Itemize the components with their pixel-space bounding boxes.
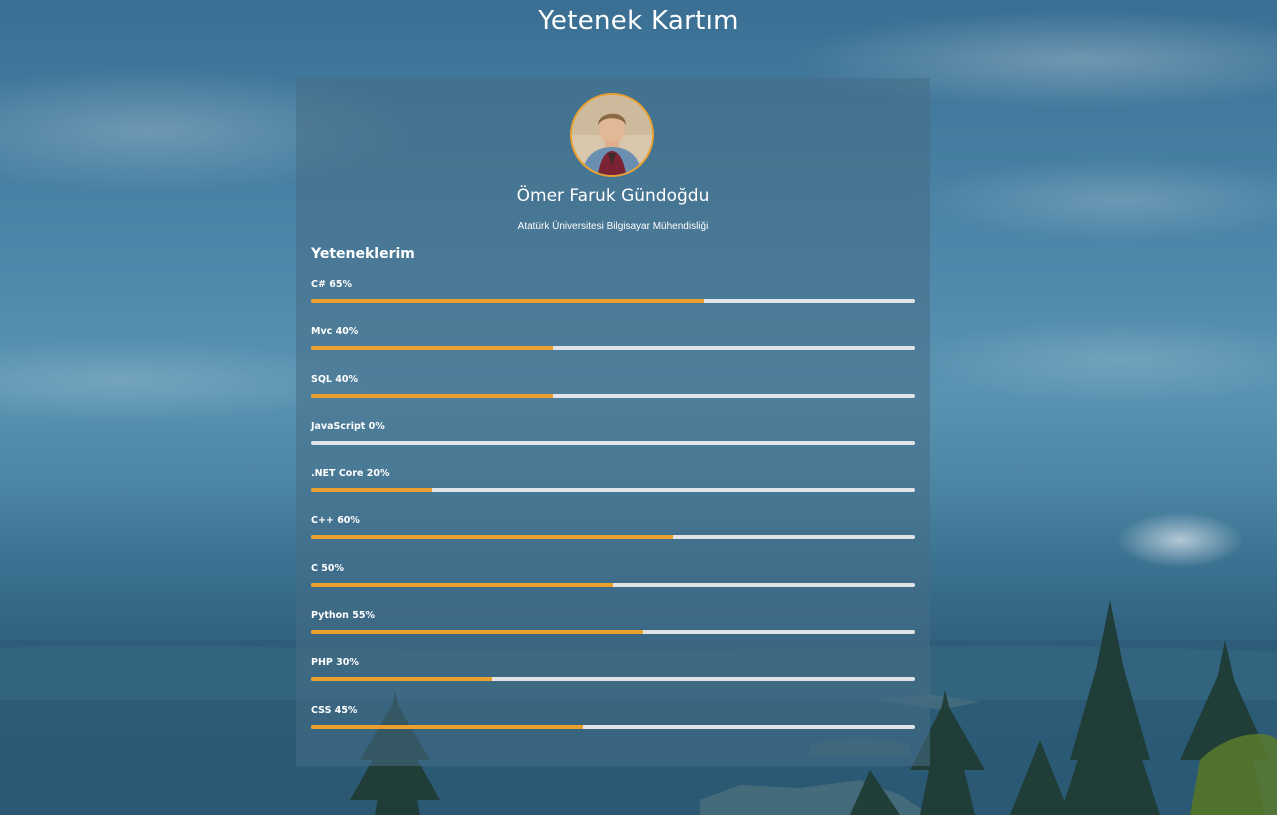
skill-progress-track xyxy=(311,440,915,445)
skill-progress-fill xyxy=(311,582,613,587)
skill-label: CSS 45% xyxy=(311,704,358,716)
skill-label: JavaScript 0% xyxy=(311,420,385,432)
skill-progress-track xyxy=(311,630,915,635)
skill-label: Mvc 40% xyxy=(311,326,359,338)
page-title: Yetenek Kartım xyxy=(538,6,739,36)
skill-item: C# 65% xyxy=(311,278,915,325)
skill-item: C++ 60% xyxy=(311,514,915,561)
skills-heading: Yeteneklerim xyxy=(311,246,415,262)
skill-label: C++ 60% xyxy=(311,515,360,527)
skill-label: SQL 40% xyxy=(311,373,359,385)
skill-item: C 50% xyxy=(311,562,915,609)
profile-school: Atatürk Üniversitesi Bilgisayar Mühendis… xyxy=(517,221,709,232)
skill-item: Python 55% xyxy=(311,609,915,656)
skill-progress-track xyxy=(311,677,915,682)
skill-item: Mvc 40% xyxy=(311,325,915,372)
skill-progress-track xyxy=(311,535,915,540)
skill-item: .NET Core 20% xyxy=(311,467,915,514)
skill-label: PHP 30% xyxy=(311,657,359,669)
skill-progress-track xyxy=(311,393,915,398)
profile-avatar xyxy=(570,93,654,177)
skill-progress-track xyxy=(311,488,915,493)
skill-progress-fill xyxy=(311,535,674,540)
skill-item: SQL 40% xyxy=(311,373,915,420)
skill-card: Ömer Faruk Gündoğdu Atatürk Üniversitesi… xyxy=(296,78,930,766)
skill-label: C# 65% xyxy=(311,279,352,290)
skill-progress-fill xyxy=(311,630,644,635)
skill-progress-track xyxy=(311,346,915,351)
skill-progress-fill xyxy=(311,724,583,729)
skill-item: CSS 45% xyxy=(311,704,915,751)
skill-progress-track xyxy=(311,582,915,587)
skill-label: Python 55% xyxy=(311,610,375,622)
skill-progress-track xyxy=(311,724,915,729)
skill-item: PHP 30% xyxy=(311,656,915,703)
skill-progress-fill xyxy=(311,299,704,303)
skill-item: JavaScript 0% xyxy=(311,420,915,467)
skill-progress-fill xyxy=(311,393,553,398)
skill-progress-fill xyxy=(311,677,493,682)
skill-label: .NET Core 20% xyxy=(311,468,390,480)
skill-progress-track xyxy=(311,299,915,303)
skills-list: C# 65% Mvc 40% SQL 40% JavaScript 0% .NE… xyxy=(311,278,915,751)
skill-label: C 50% xyxy=(311,562,345,574)
profile-name: Ömer Faruk Gündoğdu xyxy=(516,186,710,206)
skill-progress-fill xyxy=(311,488,432,493)
skill-progress-fill xyxy=(311,346,553,351)
